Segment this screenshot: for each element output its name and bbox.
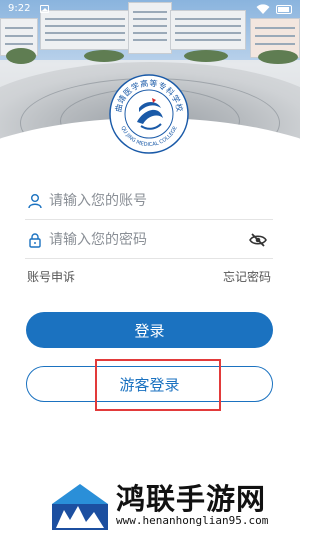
picture-icon: [40, 5, 49, 13]
watermark-url: www.henanhonglian95.com: [116, 514, 269, 527]
tree: [184, 50, 228, 62]
password-input[interactable]: [49, 221, 249, 258]
watermark-title: 鸿联手游网: [116, 482, 267, 516]
user-icon: [28, 194, 42, 209]
forgot-password-link[interactable]: 忘记密码: [223, 268, 271, 285]
lock-icon: [29, 233, 41, 248]
account-field: [25, 182, 273, 220]
battery-icon: [276, 5, 292, 14]
status-bar: 9:22: [0, 0, 300, 20]
status-time: 9:22: [8, 3, 31, 14]
college-logo: 曲靖医学高等专科学校 QU JING MEDICAL COLLEGE: [109, 74, 189, 154]
account-input[interactable]: [49, 182, 249, 219]
tree: [84, 50, 124, 62]
account-appeal-link[interactable]: 账号申诉: [27, 268, 75, 285]
watermark-logo-icon: [50, 474, 110, 530]
tree: [258, 50, 298, 64]
highlight-box: [95, 359, 221, 411]
login-button[interactable]: 登录: [26, 312, 273, 348]
wifi-icon: [256, 4, 270, 14]
eye-off-icon[interactable]: [249, 232, 267, 248]
watermark: 鸿联手游网 www.henanhonglian95.com: [50, 474, 300, 533]
tree: [6, 48, 36, 64]
password-field: [25, 221, 273, 259]
